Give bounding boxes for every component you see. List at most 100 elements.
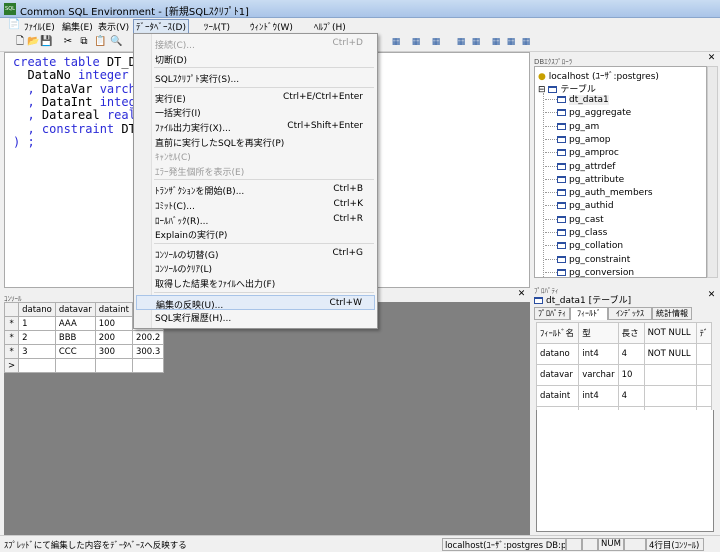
- toolbar-button-icon[interactable]: ▦: [505, 36, 517, 48]
- toolbar-button-icon[interactable]: ▦: [490, 36, 502, 48]
- tree-branch: [545, 138, 557, 140]
- cut-icon[interactable]: ✂: [62, 36, 74, 48]
- menu-item[interactable]: ﾄﾗﾝｻﾞｸｼｮﾝを開始(B)... Ctrl+B: [136, 182, 375, 197]
- menu-item[interactable]: 編集の反映(U)... Ctrl+W: [136, 294, 375, 311]
- grid-cell[interactable]: [54, 358, 96, 373]
- grid-cell[interactable]: CCC: [54, 344, 96, 359]
- row-marker-icon[interactable]: *: [3, 330, 20, 345]
- tree-item-table[interactable]: pg_constraint: [545, 255, 630, 265]
- menu-item[interactable]: ｴﾗｰ発生個所を表示(E): [136, 163, 375, 178]
- tree-scrollbar[interactable]: [707, 66, 718, 278]
- menu-item[interactable]: 切断(D): [136, 51, 375, 66]
- code-token: ) ;: [13, 134, 35, 149]
- new-file-icon[interactable]: 🗋: [14, 36, 26, 48]
- menu-1[interactable]: 編集(E): [62, 20, 93, 33]
- toolbar-button-icon[interactable]: ▦: [470, 36, 482, 48]
- menu-3[interactable]: ﾃﾞｰﾀﾍﾞｰｽ(D): [133, 19, 189, 34]
- grid-cell[interactable]: 100: [94, 316, 133, 331]
- grid-column-header[interactable]: datano: [18, 302, 56, 317]
- menu-item[interactable]: 接続(C)... Ctrl+D: [136, 36, 375, 51]
- menu-item[interactable]: SQLｽｸﾘﾌﾟﾄ実行(S)...: [136, 70, 375, 85]
- save-icon[interactable]: 💾: [40, 36, 52, 48]
- grid-column-header[interactable]: datavar: [54, 302, 96, 317]
- menu-item[interactable]: Explainの実行(P): [136, 226, 375, 241]
- menu-item[interactable]: ｺﾐｯﾄ(C)... Ctrl+K: [136, 197, 375, 212]
- menu-item[interactable]: 一括実行(I): [136, 104, 375, 119]
- grid-cell[interactable]: [94, 358, 133, 373]
- property-tab[interactable]: ﾌﾟﾛﾊﾟﾃｨ: [534, 307, 570, 320]
- app-menu-icon[interactable]: 📄: [8, 19, 20, 31]
- tree-item-table[interactable]: pg_am: [545, 122, 599, 132]
- toolbar-button-icon[interactable]: ▦: [455, 36, 467, 48]
- property-tab[interactable]: 統計情報: [652, 307, 692, 320]
- open-folder-icon[interactable]: 📂: [27, 36, 39, 48]
- grid-cell[interactable]: 200: [94, 330, 133, 345]
- grid-cell[interactable]: [131, 358, 165, 373]
- new-row-marker-icon[interactable]: >: [3, 358, 20, 373]
- menu-5[interactable]: ｳｨﾝﾄﾞｳ(W): [250, 20, 293, 33]
- toolbar-button-icon[interactable]: ▦: [520, 36, 532, 48]
- paste-icon[interactable]: 📋: [94, 36, 106, 48]
- property-close-icon[interactable]: ✕: [706, 290, 717, 301]
- menu-2[interactable]: 表示(V): [98, 20, 129, 33]
- menu-item-label: 直前に実行したSQLを再実行(P): [155, 138, 285, 149]
- menu-item[interactable]: 直前に実行したSQLを再実行(P): [136, 134, 375, 149]
- tree-item-table[interactable]: pg_conversion: [545, 268, 634, 277]
- find-icon[interactable]: 🔍: [110, 36, 122, 48]
- tree-item-table[interactable]: pg_aggregate: [545, 108, 631, 118]
- fields-column-header[interactable]: 型: [578, 322, 619, 344]
- menu-item[interactable]: SQL実行履歴(H)...: [136, 309, 375, 324]
- fields-column-header[interactable]: ﾌｨｰﾙﾄﾞ名: [535, 322, 580, 344]
- row-marker-icon[interactable]: *: [3, 344, 20, 359]
- tree-item-table[interactable]: pg_attribute: [545, 175, 624, 185]
- menu-item-label: ﾌｧｲﾙ出力実行(X)...: [155, 124, 231, 134]
- copy-icon[interactable]: ⧉: [78, 36, 90, 48]
- menu-item[interactable]: ｷｬﾝｾﾙ(C): [136, 148, 375, 163]
- toolbar-button-icon[interactable]: ▦: [430, 36, 442, 48]
- tree-item-table[interactable]: pg_amop: [545, 135, 610, 145]
- fields-column-header[interactable]: ﾃﾞ: [695, 322, 713, 344]
- menu-item[interactable]: ｺﾝｿｰﾙの切替(G) Ctrl+G: [136, 246, 375, 261]
- tree-item-table[interactable]: pg_class: [545, 228, 607, 238]
- tree-item-table[interactable]: pg_collation: [545, 241, 623, 251]
- tree-item-table[interactable]: pg_cast: [545, 215, 604, 225]
- property-tab[interactable]: ｲﾝﾃﾞｯｸｽ: [608, 307, 652, 320]
- tree-root-connection[interactable]: ● localhost (ﾕｰｻﾞ:postgres): [538, 69, 659, 82]
- console-close-icon[interactable]: ✕: [516, 289, 527, 300]
- tree-item-table[interactable]: dt_data1: [545, 95, 609, 105]
- tree-item-table[interactable]: pg_auth_members: [545, 188, 653, 198]
- tree-item-table[interactable]: pg_attrdef: [545, 162, 615, 172]
- grid-cell[interactable]: 2: [18, 330, 56, 345]
- tree-label: pg_attrdef: [569, 161, 616, 172]
- menu-item[interactable]: ﾛｰﾙﾊﾞｯｸ(R)... Ctrl+R: [136, 212, 375, 227]
- fields-column-header[interactable]: NOT NULL: [643, 322, 697, 344]
- grid-cell[interactable]: BBB: [54, 330, 96, 345]
- fields-column-header[interactable]: 長さ: [617, 322, 645, 344]
- grid-cell[interactable]: AAA: [54, 316, 96, 331]
- status-message: ｽﾌﾟﾚｯﾄﾞにて編集した内容をﾃﾞｰﾀﾍﾞｰｽへ反映する: [4, 541, 187, 551]
- tree-item-table[interactable]: pg_authid: [545, 201, 614, 211]
- menu-item-shortcut: Ctrl+R: [333, 213, 363, 224]
- menu-6[interactable]: ﾍﾙﾌﾟ(H): [314, 20, 346, 33]
- grid-column-header[interactable]: dataint: [94, 302, 133, 317]
- menu-item[interactable]: ｺﾝｿｰﾙのｸﾘｱ(L): [136, 260, 375, 275]
- menu-4[interactable]: ﾂｰﾙ(T): [204, 20, 230, 33]
- toolbar-button-icon[interactable]: ▦: [390, 36, 402, 48]
- tree-folder-tables[interactable]: ⊟ テーブル: [538, 82, 596, 95]
- row-marker-icon[interactable]: *: [3, 316, 20, 331]
- grid-cell[interactable]: 3: [18, 344, 56, 359]
- menu-item[interactable]: 取得した結果をﾌｧｲﾙへ出力(F): [136, 275, 375, 290]
- fields-row: dataint int4 4: [535, 385, 713, 407]
- menu-item[interactable]: 実行(E) Ctrl+E/Ctrl+Enter: [136, 90, 375, 105]
- property-tab[interactable]: ﾌｨｰﾙﾄﾞ: [570, 307, 608, 320]
- toolbar-button-icon[interactable]: ▦: [410, 36, 422, 48]
- grid-cell[interactable]: 300.3: [131, 344, 165, 359]
- grid-cell[interactable]: 200.2: [131, 330, 165, 345]
- menu-0[interactable]: ﾌｧｲﾙ(E): [24, 20, 55, 33]
- db-explorer-close-icon[interactable]: ✕: [706, 53, 717, 64]
- grid-cell[interactable]: 1: [18, 316, 56, 331]
- grid-cell[interactable]: [18, 358, 56, 373]
- grid-cell[interactable]: 300: [94, 344, 133, 359]
- menu-item[interactable]: ﾌｧｲﾙ出力実行(X)... Ctrl+Shift+Enter: [136, 119, 375, 134]
- tree-item-table[interactable]: pg_amproc: [545, 148, 619, 158]
